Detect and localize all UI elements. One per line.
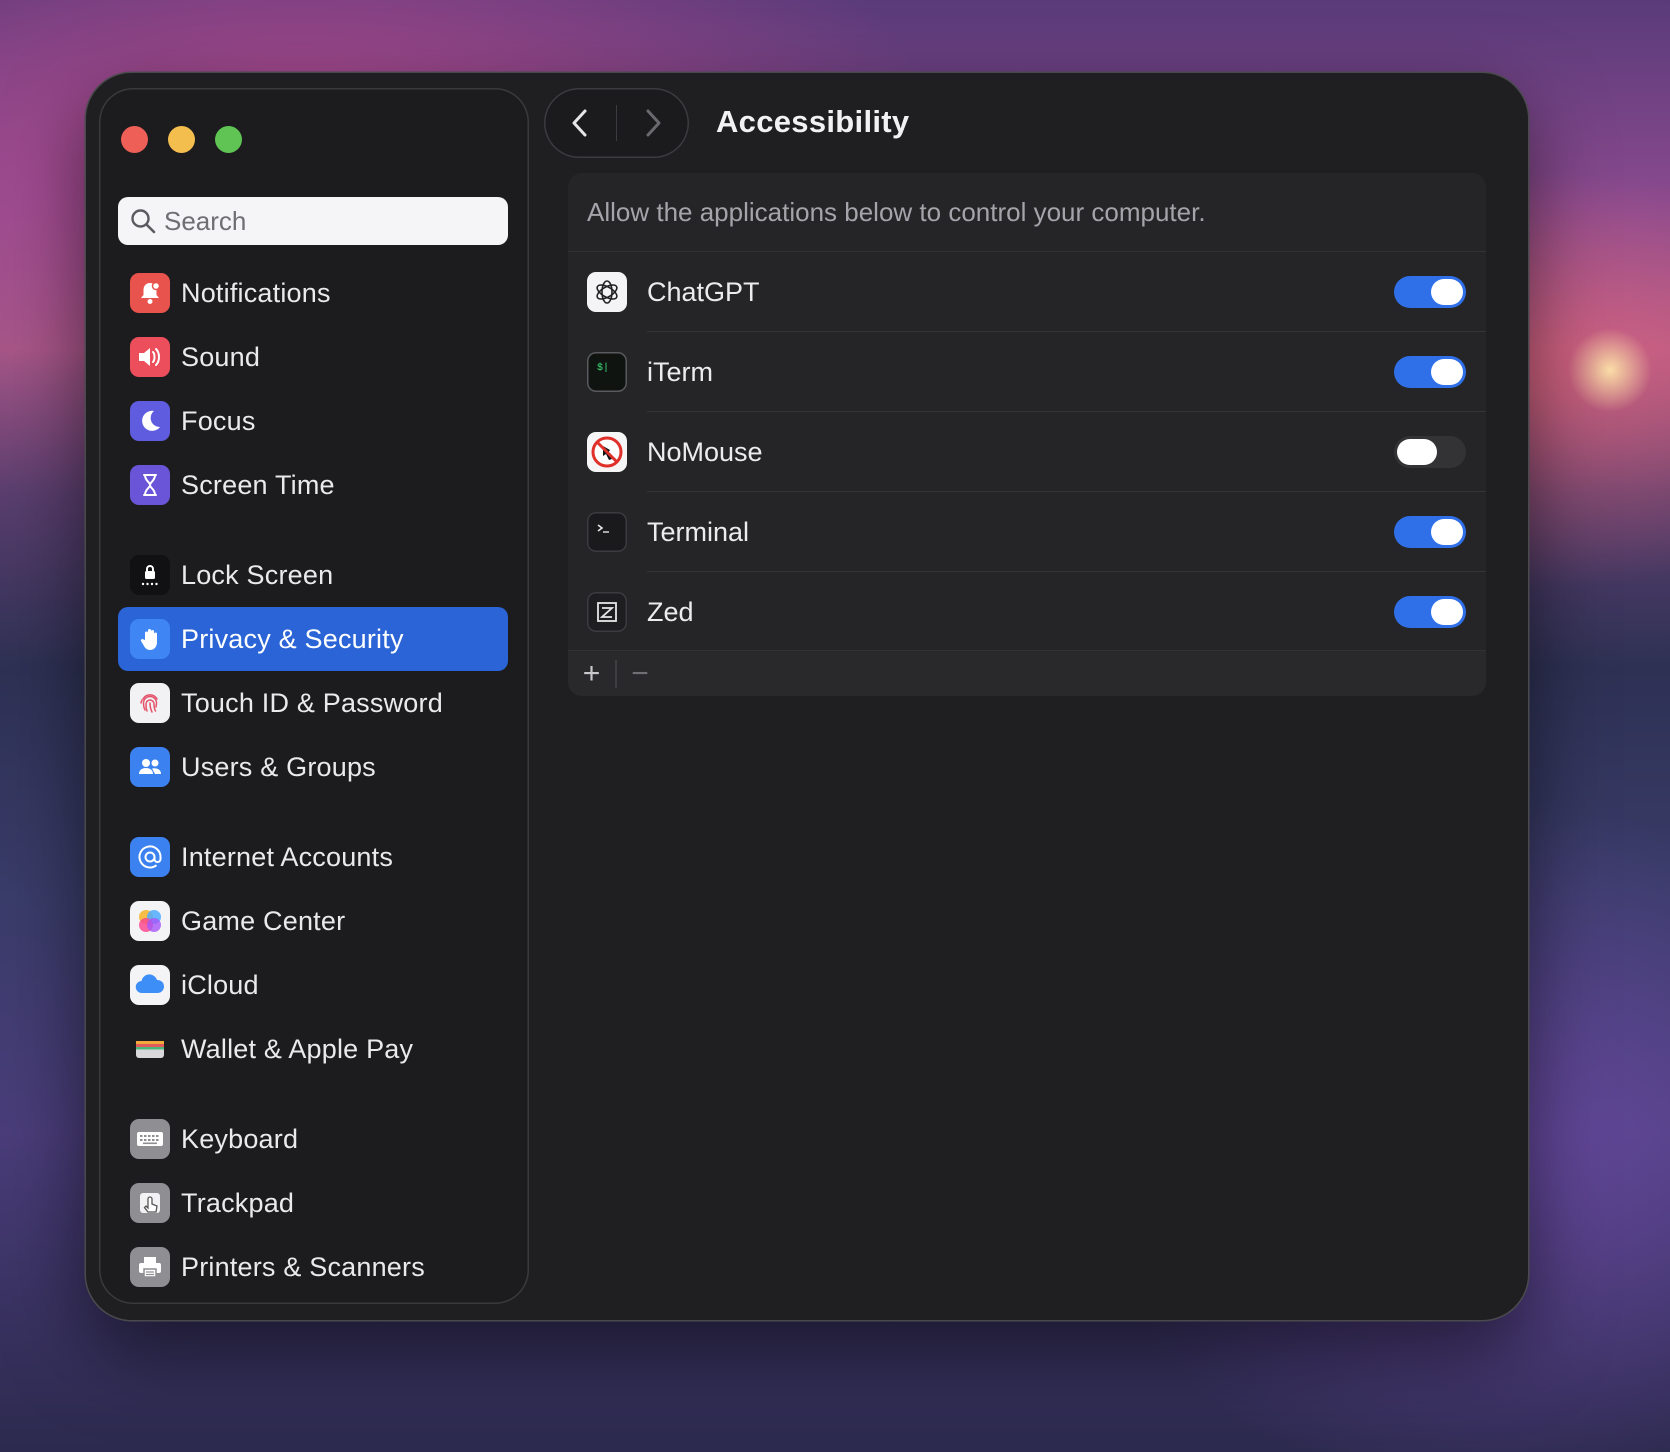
page-title: Accessibility — [716, 104, 910, 139]
remove-app-button[interactable]: − — [617, 651, 664, 696]
terminal-toggle[interactable] — [1394, 516, 1466, 548]
sidebar-item-label: Keyboard — [181, 1123, 299, 1154]
sidebar-group-spacer — [118, 1081, 508, 1107]
sidebar-item-label: Sound — [181, 341, 261, 372]
sidebar-item-label: Screen Time — [181, 469, 335, 500]
app-name: Terminal — [647, 516, 750, 547]
sidebar-item-label: Internet Accounts — [181, 841, 394, 872]
printer-icon — [130, 1247, 170, 1287]
system-settings-window: Notifications Sound Focus Screen Time — [86, 73, 1528, 1320]
sidebar-item-notifications[interactable]: Notifications — [118, 261, 508, 325]
toolbar: Accessibility — [544, 88, 1504, 160]
lock-icon — [130, 555, 170, 595]
search-input[interactable] — [162, 204, 486, 238]
cloud-icon — [130, 965, 170, 1005]
toggle-knob — [1431, 359, 1463, 385]
sidebar-list: Notifications Sound Focus Screen Time Lo… — [118, 261, 508, 1299]
toggle-knob — [1431, 599, 1463, 625]
nomouse-toggle[interactable] — [1394, 436, 1466, 468]
moon-icon — [130, 401, 170, 441]
sidebar-item-label: iCloud — [181, 969, 259, 1000]
sidebar-item-touch-id[interactable]: Touch ID & Password — [118, 671, 508, 735]
sidebar-group-spacer — [118, 517, 508, 543]
sidebar-item-focus[interactable]: Focus — [118, 389, 508, 453]
list-item-terminal: Terminal — [568, 492, 1486, 572]
hand-icon — [130, 619, 170, 659]
toggle-knob — [1431, 279, 1463, 305]
sidebar-item-label: Touch ID & Password — [181, 687, 443, 718]
sidebar-item-label: Printers & Scanners — [181, 1251, 425, 1282]
add-app-button[interactable]: + — [568, 651, 615, 696]
sidebar-item-icloud[interactable]: iCloud — [118, 953, 508, 1017]
back-button[interactable] — [544, 88, 616, 158]
toggle-knob — [1397, 439, 1437, 465]
chatgpt-toggle[interactable] — [1394, 276, 1466, 308]
chatgpt-icon — [587, 272, 627, 312]
terminal-icon — [587, 512, 627, 552]
sidebar: Notifications Sound Focus Screen Time — [99, 88, 529, 1304]
accessibility-apps-list: Allow the applications below to control … — [568, 173, 1486, 696]
history-navigation — [544, 88, 689, 158]
sidebar-item-game-center[interactable]: Game Center — [118, 889, 508, 953]
chevron-right-icon — [646, 109, 661, 137]
hourglass-icon — [130, 465, 170, 505]
close-window-button[interactable] — [121, 126, 148, 153]
sidebar-item-label: Privacy & Security — [181, 623, 404, 654]
sidebar-item-label: Focus — [181, 405, 256, 436]
sidebar-item-trackpad[interactable]: Trackpad — [118, 1171, 508, 1235]
svg-text:$|: $| — [597, 362, 609, 374]
app-name: ChatGPT — [647, 276, 760, 307]
sidebar-item-internet-accounts[interactable]: Internet Accounts — [118, 825, 508, 889]
list-item-chatgpt: ChatGPT — [568, 252, 1486, 332]
list-item-nomouse: NoMouse — [568, 412, 1486, 492]
chevron-left-icon — [572, 109, 587, 137]
sidebar-item-label: Wallet & Apple Pay — [181, 1033, 414, 1064]
sidebar-group-spacer — [118, 799, 508, 825]
list-footer: + − — [568, 650, 1486, 696]
fingerprint-icon — [130, 683, 170, 723]
bell-icon — [130, 273, 170, 313]
zed-icon — [587, 592, 627, 632]
list-item-zed: Zed — [568, 572, 1486, 652]
forward-button[interactable] — [617, 88, 689, 158]
zoom-window-button[interactable] — [215, 126, 242, 153]
sidebar-item-label: Game Center — [181, 905, 346, 936]
zed-toggle[interactable] — [1394, 596, 1466, 628]
sidebar-item-screen-time[interactable]: Screen Time — [118, 453, 508, 517]
list-description: Allow the applications below to control … — [568, 173, 1486, 252]
wallet-icon — [130, 1029, 170, 1069]
game-center-icon — [130, 901, 170, 941]
nomouse-icon — [587, 432, 627, 472]
speaker-icon — [130, 337, 170, 377]
sidebar-item-wallet[interactable]: Wallet & Apple Pay — [118, 1017, 508, 1081]
sidebar-item-label: Trackpad — [181, 1187, 295, 1218]
sidebar-item-lock-screen[interactable]: Lock Screen — [118, 543, 508, 607]
search-icon — [131, 209, 156, 234]
trackpad-icon — [130, 1183, 170, 1223]
sidebar-item-users-groups[interactable]: Users & Groups — [118, 735, 508, 799]
users-icon — [130, 747, 170, 787]
sidebar-item-label: Lock Screen — [181, 559, 334, 590]
app-name: iTerm — [647, 356, 713, 387]
keyboard-icon — [130, 1119, 170, 1159]
iterm-toggle[interactable] — [1394, 356, 1466, 388]
window-controls — [121, 126, 242, 153]
sidebar-item-printers[interactable]: Printers & Scanners — [118, 1235, 508, 1299]
search-field[interactable] — [118, 197, 508, 245]
app-name: Zed — [647, 596, 694, 627]
sidebar-item-label: Users & Groups — [181, 751, 376, 782]
at-icon — [130, 837, 170, 877]
minimize-window-button[interactable] — [168, 126, 195, 153]
list-item-iterm: $| iTerm — [568, 332, 1486, 412]
sidebar-item-label: Notifications — [181, 277, 331, 308]
sidebar-item-sound[interactable]: Sound — [118, 325, 508, 389]
iterm-icon: $| — [587, 352, 627, 392]
sidebar-item-keyboard[interactable]: Keyboard — [118, 1107, 508, 1171]
toggle-knob — [1431, 519, 1463, 545]
sidebar-item-privacy-security[interactable]: Privacy & Security — [118, 607, 508, 671]
app-name: NoMouse — [647, 436, 763, 467]
